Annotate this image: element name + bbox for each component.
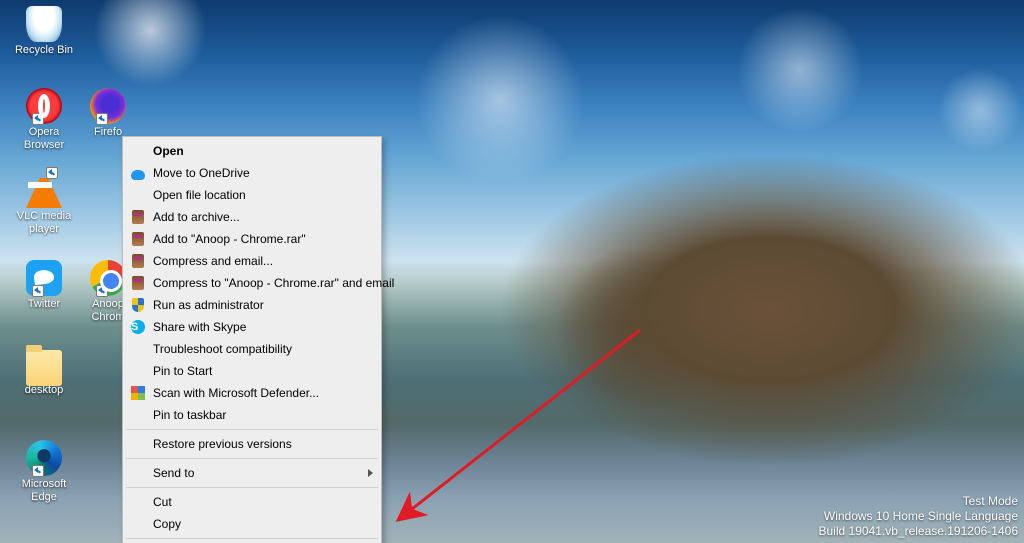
- menu-separator: [126, 458, 378, 459]
- menu-item-scan-with-microsoft-defender[interactable]: Scan with Microsoft Defender...: [125, 382, 379, 404]
- menu-item-label: Run as administrator: [153, 298, 264, 312]
- desktop-folder-icon: [26, 350, 62, 386]
- menu-item-label: Copy: [153, 517, 181, 531]
- opera-icon: [26, 88, 62, 124]
- windows-watermark: Test Mode Windows 10 Home Single Languag…: [819, 494, 1019, 539]
- menu-item-label: Scan with Microsoft Defender...: [153, 386, 319, 400]
- desktop-icon-label: Twitter: [12, 298, 76, 311]
- menu-item-label: Share with Skype: [153, 320, 246, 334]
- desktop-icon-label: Opera Browser: [12, 126, 76, 152]
- menu-item-label: Add to archive...: [153, 210, 240, 224]
- twitter-icon: [26, 260, 62, 296]
- context-menu: Open Move to OneDrive Open file location Ad…: [122, 136, 382, 543]
- menu-item-label: Compress and email...: [153, 254, 273, 268]
- menu-item-run-as-administrator[interactable]: Run as administrator: [125, 294, 379, 316]
- desktop-icon-firefox[interactable]: Firefo: [76, 88, 140, 139]
- menu-item-label: Open file location: [153, 188, 246, 202]
- menu-separator: [126, 487, 378, 488]
- watermark-line3: Build 19041.vb_release.191206-1406: [819, 524, 1019, 539]
- menu-item-add-to-anoop-chrome-rar[interactable]: Add to "Anoop - Chrome.rar": [125, 228, 379, 250]
- menu-item-open-file-location[interactable]: Open file location: [125, 184, 379, 206]
- chevron-right-icon: [368, 469, 373, 477]
- rar-icon: [130, 253, 146, 269]
- menu-item-copy[interactable]: Copy: [125, 513, 379, 535]
- menu-item-open[interactable]: Open: [125, 140, 379, 162]
- menu-item-label: Open: [153, 144, 184, 158]
- edge-icon: [26, 440, 62, 476]
- menu-item-compress-to-anoop-chrome-rar-and-email[interactable]: Compress to "Anoop - Chrome.rar" and ema…: [125, 272, 379, 294]
- menu-item-label: Add to "Anoop - Chrome.rar": [153, 232, 306, 246]
- menu-item-pin-to-taskbar[interactable]: Pin to taskbar: [125, 404, 379, 426]
- recycle-bin-icon: [26, 6, 62, 42]
- onedrive-icon: [130, 165, 146, 181]
- rar-icon: [130, 209, 146, 225]
- shortcut-overlay-icon: [32, 113, 44, 125]
- anoop-chrome-icon: [90, 260, 126, 296]
- menu-item-label: Move to OneDrive: [153, 166, 250, 180]
- menu-item-send-to[interactable]: Send to: [125, 462, 379, 484]
- watermark-line1: Test Mode: [819, 494, 1019, 509]
- shortcut-overlay-icon: [96, 285, 108, 297]
- menu-separator: [126, 429, 378, 430]
- desktop-icon-desktop-folder[interactable]: desktop: [12, 346, 76, 397]
- menu-item-pin-to-start[interactable]: Pin to Start: [125, 360, 379, 382]
- menu-item-move-to-onedrive[interactable]: Move to OneDrive: [125, 162, 379, 184]
- menu-item-cut[interactable]: Cut: [125, 491, 379, 513]
- menu-item-add-to-archive[interactable]: Add to archive...: [125, 206, 379, 228]
- desktop-icon-vlc[interactable]: VLC media player: [12, 172, 76, 236]
- defender-icon: [130, 385, 146, 401]
- vlc-icon: [26, 172, 62, 208]
- menu-item-label: Pin to Start: [153, 364, 212, 378]
- menu-item-label: Send to: [153, 466, 194, 480]
- firefox-icon: [90, 88, 126, 124]
- desktop-icon-recycle-bin[interactable]: Recycle Bin: [12, 6, 76, 57]
- desktop-icon-edge[interactable]: Microsoft Edge: [12, 440, 76, 504]
- rar-icon: [130, 231, 146, 247]
- menu-item-label: Cut: [153, 495, 172, 509]
- menu-item-troubleshoot-compatibility[interactable]: Troubleshoot compatibility: [125, 338, 379, 360]
- desktop-icon-twitter[interactable]: Twitter: [12, 260, 76, 311]
- menu-item-label: Pin to taskbar: [153, 408, 226, 422]
- desktop-icon-label: Recycle Bin: [12, 44, 76, 57]
- menu-item-share-with-skype[interactable]: S Share with Skype: [125, 316, 379, 338]
- shortcut-overlay-icon: [32, 465, 44, 477]
- skype-icon: S: [130, 319, 146, 335]
- desktop-icon-label: VLC media player: [12, 210, 76, 236]
- shortcut-overlay-icon: [96, 113, 108, 125]
- rar-icon: [130, 275, 146, 291]
- menu-item-label: Compress to "Anoop - Chrome.rar" and ema…: [153, 276, 394, 290]
- menu-item-label: Troubleshoot compatibility: [153, 342, 292, 356]
- menu-item-compress-and-email[interactable]: Compress and email...: [125, 250, 379, 272]
- menu-item-restore-previous-versions[interactable]: Restore previous versions: [125, 433, 379, 455]
- desktop-icon-opera[interactable]: Opera Browser: [12, 88, 76, 152]
- shield-icon: [130, 297, 146, 313]
- menu-item-label: Restore previous versions: [153, 437, 292, 451]
- shortcut-overlay-icon: [46, 167, 58, 179]
- watermark-line2: Windows 10 Home Single Language: [819, 509, 1019, 524]
- shortcut-overlay-icon: [32, 285, 44, 297]
- menu-separator: [126, 538, 378, 539]
- desktop-icon-label: Microsoft Edge: [12, 478, 76, 504]
